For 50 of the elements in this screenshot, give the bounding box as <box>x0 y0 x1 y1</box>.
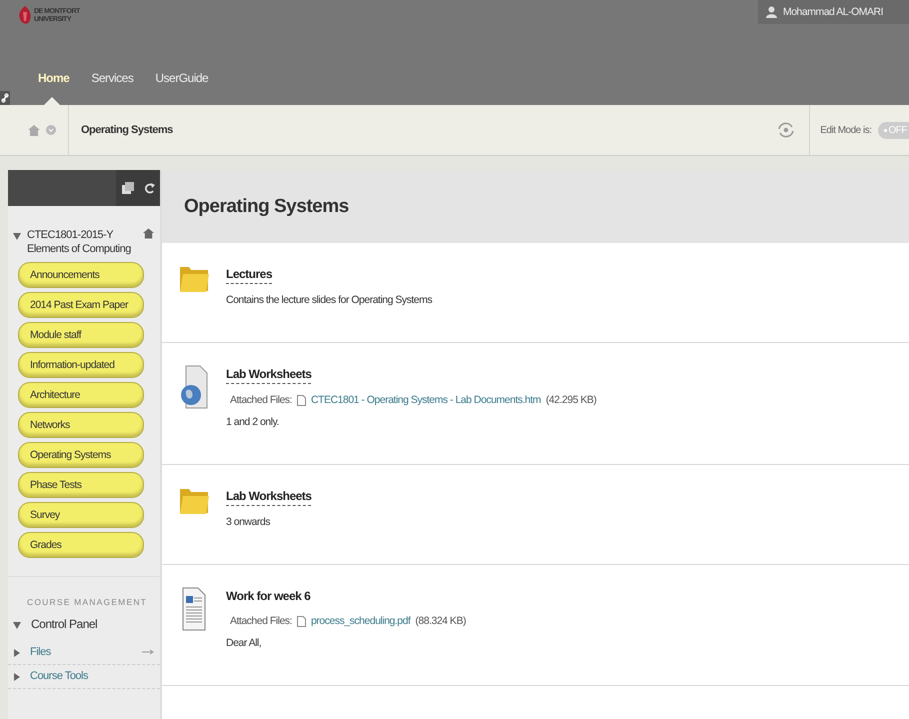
nav-tab[interactable]: Services <box>91 71 134 105</box>
item-description: 3 onwards <box>226 516 270 528</box>
course-menu-item[interactable]: Grades <box>18 532 144 558</box>
document-icon <box>182 587 206 631</box>
file-size: (42.295 KB) <box>546 394 596 406</box>
course-code[interactable]: CTEC1801-2015-Y <box>27 228 137 242</box>
item-title[interactable]: Lectures <box>226 267 272 284</box>
file-size: (88.324 KB) <box>415 615 466 627</box>
file-icon <box>296 616 306 626</box>
edit-mode-label: Edit Mode is: <box>820 124 872 136</box>
caret-icon[interactable] <box>13 622 21 629</box>
attachment-label: Attached Files: <box>230 394 292 406</box>
link-icon[interactable] <box>0 91 10 105</box>
course-menu-item[interactable]: Module staff <box>18 322 144 348</box>
caret-icon[interactable] <box>14 649 20 657</box>
user-menu[interactable]: Mohammad AL-OMARI <box>758 0 909 24</box>
course-menu-item[interactable]: Announcements <box>18 262 144 288</box>
attachment-link[interactable]: CTEC1801 - Operating Systems - Lab Documents.htm <box>310 394 541 406</box>
item-title[interactable]: Lab Worksheets <box>226 367 312 384</box>
item-title: Work for week 6 <box>226 589 310 605</box>
caret-icon[interactable] <box>14 673 20 681</box>
course-menu-item[interactable]: Networks <box>18 412 144 438</box>
course-menu-item[interactable]: Information-updated <box>18 352 144 378</box>
item-description: 1 and 2 only. <box>226 416 279 428</box>
attachment-label: Attached Files: <box>230 615 292 627</box>
file-icon <box>296 394 306 406</box>
item-description: Contains the lecture slides for Operating Systems <box>226 294 432 306</box>
course-menu-item[interactable]: Operating Systems <box>18 442 144 468</box>
breadcrumb-current: Operating Systems <box>81 124 173 136</box>
caret-icon[interactable] <box>13 233 21 240</box>
home-icon[interactable] <box>143 228 154 239</box>
course-name[interactable]: Elements of Computing <box>27 242 137 256</box>
control-panel-toggle[interactable]: Control Panel <box>31 617 98 631</box>
course-menu-item[interactable]: Survey <box>18 502 144 528</box>
web-document-icon <box>180 365 208 409</box>
attachment-link[interactable]: process_scheduling.pdf <box>310 615 410 627</box>
refresh-icon[interactable] <box>144 182 154 194</box>
course-menu-item[interactable]: 2014 Past Exam Paper <box>18 292 144 318</box>
section-heading: COURSE MANAGEMENT <box>26 597 148 607</box>
control-panel-link[interactable]: Files <box>30 646 51 658</box>
crest-icon <box>18 6 32 26</box>
item-title[interactable]: Lab Worksheets <box>226 489 312 506</box>
user-name: Mohammad AL-OMARI <box>782 6 883 18</box>
nav-tab[interactable]: UserGuide <box>155 71 208 105</box>
user-icon <box>766 6 777 18</box>
course-menu-item[interactable]: Phase Tests <box>18 472 144 498</box>
page-title: Operating Systems <box>184 196 349 218</box>
course-menu-item[interactable]: Architecture <box>18 382 144 408</box>
control-panel-link[interactable]: Course Tools <box>30 670 88 682</box>
item-description: Dear All, <box>226 637 262 649</box>
